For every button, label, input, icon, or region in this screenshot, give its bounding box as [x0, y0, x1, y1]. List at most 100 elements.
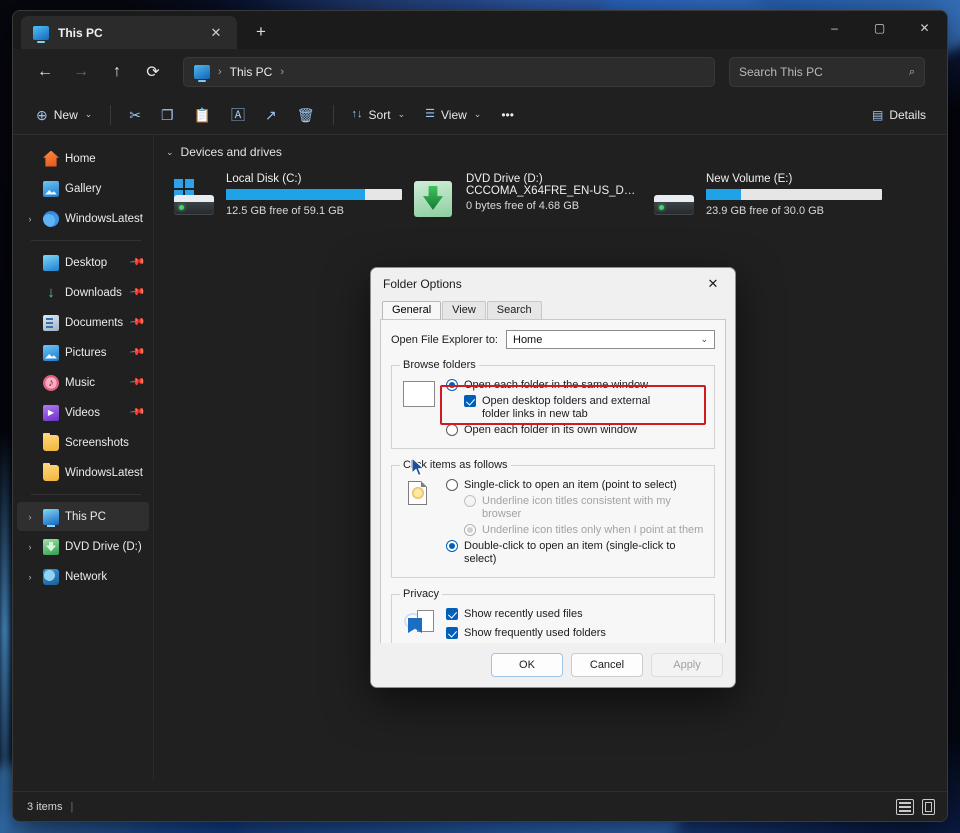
search-placeholder: Search This PC — [739, 65, 823, 79]
dvd-drive-shape — [414, 181, 452, 217]
tab-search[interactable]: Search — [487, 301, 542, 319]
pictures-icon — [43, 345, 59, 361]
sidebar-item-desktop[interactable]: Desktop 📌 — [17, 248, 149, 277]
chevron-right-icon[interactable]: › — [23, 542, 37, 552]
new-button[interactable]: ⊕ New ⌄ — [27, 100, 101, 130]
sidebar-item-network[interactable]: › Network — [17, 562, 149, 591]
maximize-button[interactable]: ▢ — [857, 11, 902, 45]
sidebar-item-music[interactable]: Music 📌 — [17, 368, 149, 397]
desktop-icon — [43, 255, 59, 271]
chevron-down-icon: ⌄ — [474, 109, 482, 120]
dialog-button-row: OK Cancel Apply — [371, 643, 735, 687]
radio-icon[interactable] — [446, 424, 458, 436]
sidebar-item-downloads[interactable]: Downloads 📌 — [17, 278, 149, 307]
chevron-right-icon[interactable]: › — [23, 214, 37, 224]
plus-circle-icon: ⊕ — [36, 108, 48, 122]
checkbox-icon[interactable] — [446, 627, 458, 639]
downloads-icon — [43, 285, 59, 301]
apply-button[interactable]: Apply — [651, 653, 723, 677]
close-tab-icon[interactable]: ✕ — [205, 22, 227, 44]
cut-button[interactable]: ✂ — [120, 100, 150, 130]
browse-folders-legend: Browse folders — [400, 359, 479, 371]
chevron-right-icon[interactable]: › — [23, 512, 37, 522]
videos-icon — [43, 405, 59, 421]
sidebar-item-this-pc[interactable]: › This PC — [17, 502, 149, 531]
radio-single-click[interactable]: Single-click to open an item (point to s… — [446, 479, 706, 492]
tab-view[interactable]: View — [442, 301, 486, 319]
open-file-explorer-select[interactable]: Home ⌄ — [506, 330, 715, 349]
drive-info: New Volume (E:) 23.9 GB free of 30.0 GB — [706, 173, 876, 219]
breadcrumb-separator: › — [280, 66, 284, 78]
refresh-button[interactable]: ⟳ — [137, 56, 169, 88]
sidebar-item-home[interactable]: Home — [17, 144, 149, 173]
sidebar-item-pictures[interactable]: Pictures 📌 — [17, 338, 149, 367]
delete-button[interactable]: 🗑 — [288, 100, 324, 130]
checkbox-show-recently-used-files[interactable]: Show recently used files — [446, 608, 706, 621]
documents-icon — [43, 315, 59, 331]
forward-button[interactable]: → — [65, 56, 97, 88]
sidebar-item-documents[interactable]: Documents 📌 — [17, 308, 149, 337]
cancel-button[interactable]: Cancel — [571, 653, 643, 677]
up-button[interactable]: ↑ — [101, 56, 133, 88]
breadcrumb-item-this-pc[interactable]: This PC — [230, 65, 273, 79]
checkbox-open-desktop-folders-new-tab[interactable]: Open desktop folders and external folder… — [464, 395, 706, 421]
sidebar-item-onedrive[interactable]: › WindowsLatest - Pe — [17, 204, 149, 233]
tiles-view-icon[interactable] — [922, 799, 935, 815]
sidebar-item-label: Pictures — [65, 347, 125, 359]
sidebar-item-screenshots[interactable]: Screenshots — [17, 428, 149, 457]
checkbox-show-frequently-used-folders[interactable]: Show frequently used folders — [446, 627, 706, 640]
tab-general[interactable]: General — [382, 301, 441, 319]
drive-capacity-bar — [706, 189, 882, 200]
view-button[interactable]: ☰ View ⌄ — [416, 100, 490, 130]
sidebar-item-gallery[interactable]: Gallery — [17, 174, 149, 203]
more-options-button[interactable]: ••• — [492, 100, 523, 130]
chevron-down-icon[interactable]: ⌄ — [166, 147, 174, 158]
new-tab-button[interactable]: + — [247, 18, 275, 46]
list-view-icon[interactable] — [896, 799, 914, 815]
radio-double-click[interactable]: Double-click to open an item (single-cli… — [446, 540, 706, 566]
breadcrumb[interactable]: › This PC › — [183, 57, 715, 87]
checkbox-icon[interactable] — [446, 608, 458, 620]
checkbox-icon[interactable] — [464, 395, 476, 407]
radio-open-own-window[interactable]: Open each folder in its own window — [446, 424, 706, 437]
sidebar-item-windowslatest[interactable]: WindowsLatest — [17, 458, 149, 487]
view-toggle-group — [896, 799, 935, 815]
dvd-drive-icon — [412, 179, 456, 219]
option-label: Open each folder in its own window — [464, 424, 637, 437]
details-pane-button[interactable]: ▤ Details — [863, 100, 935, 130]
close-window-button[interactable]: ✕ — [902, 11, 947, 45]
drive-name: Local Disk (C:) — [226, 173, 396, 185]
drive-item-dvd-drive-d[interactable]: DVD Drive (D:) CCCOMA_X64FRE_EN-US_DV9 0… — [404, 167, 644, 225]
chevron-right-icon[interactable]: › — [23, 572, 37, 582]
sidebar-item-videos[interactable]: Videos 📌 — [17, 398, 149, 427]
radio-icon[interactable] — [446, 379, 458, 391]
group-header-devices-and-drives[interactable]: ⌄ Devices and drives — [154, 145, 947, 159]
rename-button[interactable]: 🄰 — [222, 100, 254, 130]
ok-button[interactable]: OK — [491, 653, 563, 677]
tab-this-pc[interactable]: This PC ✕ — [21, 16, 237, 49]
hard-drive-icon — [652, 179, 696, 219]
radio-open-same-window[interactable]: Open each folder in the same window — [446, 379, 706, 392]
radio-icon[interactable] — [446, 479, 458, 491]
hard-drive-shape — [654, 195, 694, 215]
back-button[interactable]: ← — [29, 56, 61, 88]
close-icon[interactable]: ✕ — [691, 269, 735, 300]
copy-button[interactable]: ❐ — [152, 100, 183, 130]
option-label: Underline icon titles only when I point … — [482, 524, 703, 537]
search-input[interactable]: Search This PC ⌕ — [729, 57, 925, 87]
search-icon: ⌕ — [909, 66, 915, 79]
drive-info: Local Disk (C:) 12.5 GB free of 59.1 GB — [226, 173, 396, 219]
sort-button[interactable]: ↑↓ Sort ⌄ — [343, 100, 415, 130]
minimize-button[interactable]: – — [812, 11, 857, 45]
rename-icon: 🄰 — [231, 108, 245, 122]
sidebar-item-dvd-drive[interactable]: › DVD Drive (D:) CCC — [17, 532, 149, 561]
drive-item-new-volume-e[interactable]: New Volume (E:) 23.9 GB free of 30.0 GB — [644, 167, 884, 225]
radio-icon[interactable] — [446, 540, 458, 552]
sidebar-item-label: Home — [65, 153, 143, 165]
share-button[interactable]: ↗ — [256, 100, 286, 130]
paste-button[interactable]: 📋 — [185, 100, 220, 130]
sidebar-item-label: Network — [65, 571, 143, 583]
click-items-legend: Click items as follows — [400, 459, 511, 471]
sidebar-item-label: Music — [65, 377, 125, 389]
drive-item-local-disk-c[interactable]: Local Disk (C:) 12.5 GB free of 59.1 GB — [164, 167, 404, 225]
